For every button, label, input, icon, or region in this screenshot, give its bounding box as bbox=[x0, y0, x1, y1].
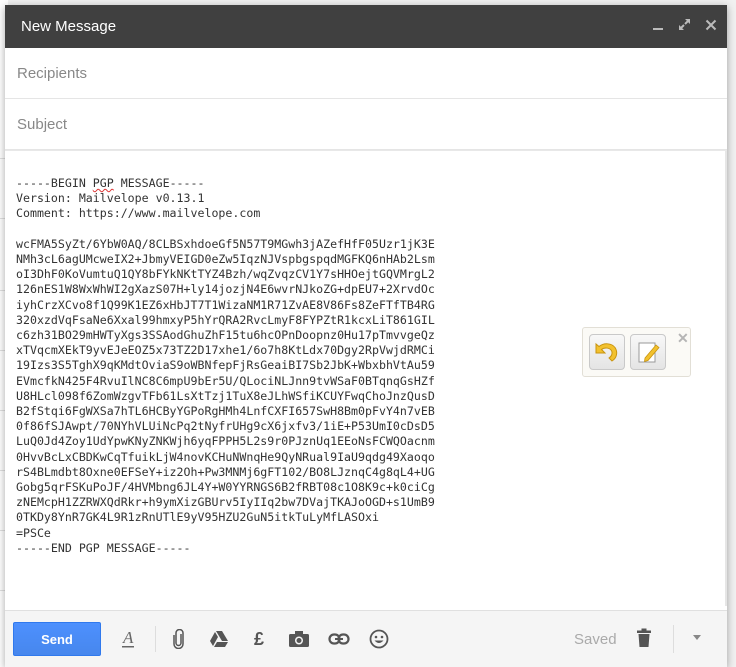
pgp-line: B2fStqi6FgWXSa7hTL6HCByYGPoRgHMh4LnfCXFI… bbox=[16, 404, 435, 419]
saved-status: Saved bbox=[574, 631, 617, 648]
divider bbox=[155, 626, 156, 652]
pgp-line: c6zh31BO29mHWTyXgs3SSAodGhuZhF15tu6hcOPn… bbox=[16, 328, 435, 343]
pgp-line: zNEMcpH1ZZRWXQdRkr+h9ymXizGBUrv5IyIIq2bw… bbox=[16, 495, 435, 510]
pgp-line: Gobg5qrFSKuPoJF/4HVMbng6JL4Y+W0YYRNGS6B2… bbox=[16, 480, 435, 495]
photo-icon[interactable] bbox=[288, 628, 310, 650]
close-icon[interactable] bbox=[705, 18, 717, 35]
mailvelope-toolbar: ✕ bbox=[582, 327, 691, 377]
pgp-line bbox=[16, 222, 435, 237]
compose-header[interactable]: New Message bbox=[5, 5, 727, 48]
pgp-line: 320xzdVqFsaNe6Xxal99hmxyP5hYrQRA2RvcLmyF… bbox=[16, 312, 435, 327]
attach-icon[interactable] bbox=[168, 628, 190, 650]
pgp-line: wcFMA5SyZt/6YbW0AQ/8CLBSxhdoeGf5N57T9MGw… bbox=[16, 236, 435, 251]
money-icon[interactable]: £ bbox=[248, 628, 270, 650]
subject-input[interactable] bbox=[17, 115, 715, 133]
svg-text:A: A bbox=[122, 629, 134, 647]
recipients-input[interactable] bbox=[17, 64, 715, 82]
pgp-line: Comment: https://www.mailvelope.com bbox=[16, 206, 261, 221]
undo-arrow-icon[interactable] bbox=[589, 334, 625, 370]
pgp-line: U8HLcl098f6ZomWzgvTFb61LsXtTzj1TuX8eJLhW… bbox=[16, 388, 435, 403]
pgp-line: -----END PGP MESSAGE----- bbox=[16, 540, 191, 555]
minimize-icon[interactable] bbox=[652, 18, 664, 35]
pgp-line: -----BEGIN PGP MESSAGE----- bbox=[16, 176, 205, 190]
pgp-line: iyhCrzXCvo8f1Q99K1EZ6xHbJT7T1WizaNM1R71Z… bbox=[16, 297, 435, 312]
pgp-line: 0TKDy8YnR7GK4L9R1zRnUTlE9yV95HZU2GuN5itk… bbox=[16, 510, 379, 525]
message-body[interactable]: -----BEGIN PGP MESSAGE----- Version: Mail… bbox=[5, 150, 727, 606]
emoji-icon[interactable] bbox=[368, 628, 390, 650]
divider bbox=[673, 625, 674, 653]
compose-window: New Message -----BEGIN PGP MESSAGE-----V… bbox=[5, 5, 727, 667]
pgp-line: NMh3cL6agUMcweIX2+JbmyVEIGD0eZw5IqzNJVsp… bbox=[16, 252, 435, 267]
more-options-icon[interactable] bbox=[693, 635, 701, 640]
pgp-line: 0f86fSJAwpt/70NYhVLUiNcPq2tNyfrUHg9cX6jx… bbox=[16, 419, 435, 434]
formatting-icon[interactable]: A bbox=[117, 628, 139, 650]
spellcheck-word: PGP bbox=[92, 176, 114, 190]
recipients-field[interactable] bbox=[5, 48, 727, 99]
pgp-line: rS4BLmdbt8Oxne0EFSeY+iz2Oh+Pw3MNMj6gFT10… bbox=[16, 464, 435, 479]
pgp-line: 126nES1W8WxWhWI2gXazS07H+ly14jozjN4E6wvr… bbox=[16, 282, 435, 297]
pgp-line: 19Izs3S5TghX9qKMdtOviaS9oWBNfepFjRsGeaiB… bbox=[16, 358, 435, 373]
pgp-line: xTVqcmXEkT9yvEJeEOZ5x73TZ2D17xhe1/6o7h8K… bbox=[16, 343, 435, 358]
scrollbar[interactable] bbox=[725, 151, 727, 606]
pgp-line: oI3DhF0KoVumtuQ1QY8bFYkNKtTYZ4Bzh/wqZvqz… bbox=[16, 267, 435, 282]
expand-icon[interactable] bbox=[678, 18, 691, 35]
send-button[interactable]: Send bbox=[13, 622, 101, 656]
link-icon[interactable] bbox=[328, 628, 350, 650]
subject-field[interactable] bbox=[5, 99, 727, 150]
compose-toolbar: Send A £ Saved bbox=[5, 610, 727, 667]
compose-title: New Message bbox=[21, 18, 117, 35]
pgp-line: LuQ0Jd4Zoy1UdYpwKNyZNKWjh6yqFPPH5L2s9r0P… bbox=[16, 434, 435, 449]
drive-icon[interactable] bbox=[208, 628, 230, 650]
pgp-line: EVmcfkN425F4RvuIlNC8C6mpU9bEr5U/QLociNLJ… bbox=[16, 373, 435, 388]
pgp-message-text[interactable]: -----BEGIN PGP MESSAGE----- Version: Mail… bbox=[16, 176, 435, 556]
edit-pencil-icon[interactable] bbox=[630, 334, 666, 370]
pgp-line: 0HvvBcLxCBDKwCqTfuikLjW4novKCHuNWnqHe9Qy… bbox=[16, 449, 435, 464]
pgp-line: Version: Mailvelope v0.13.1 bbox=[16, 191, 205, 206]
pgp-line: =PSCe bbox=[16, 525, 51, 540]
trash-icon[interactable] bbox=[636, 628, 652, 653]
close-icon[interactable]: ✕ bbox=[677, 330, 689, 347]
